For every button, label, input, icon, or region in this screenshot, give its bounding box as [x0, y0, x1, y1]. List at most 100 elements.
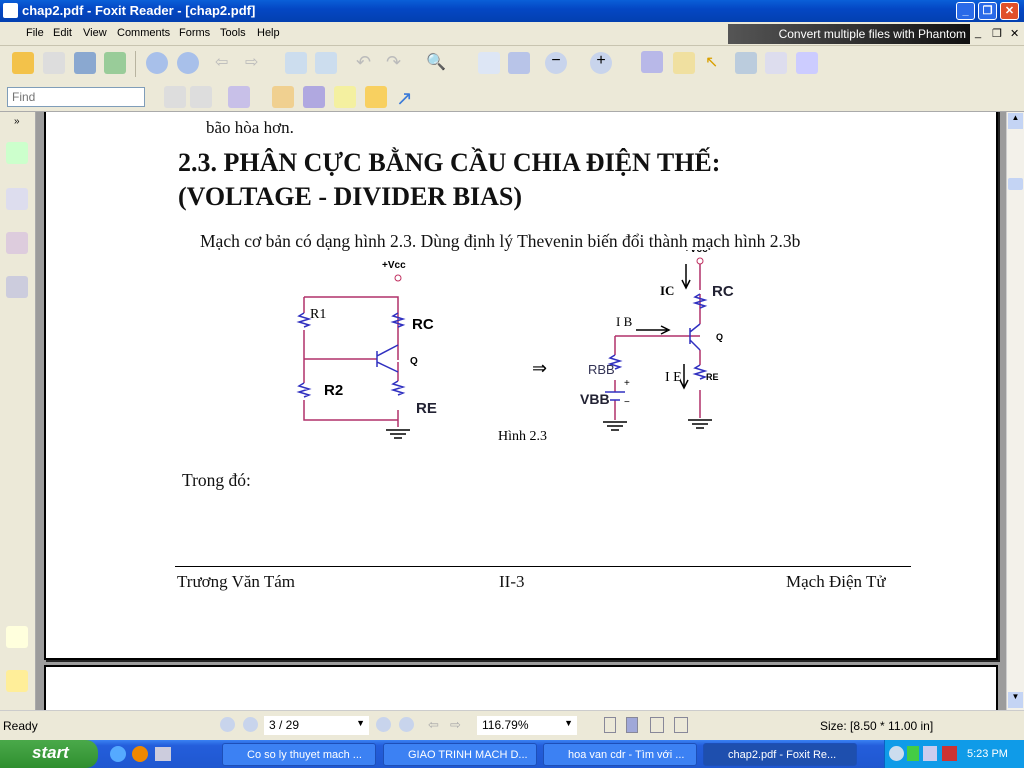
zoom-select[interactable]: 116.79% ▼	[477, 716, 577, 735]
volume-icon[interactable]	[923, 746, 937, 761]
insert-pages-icon[interactable]	[315, 52, 337, 74]
select-text-icon[interactable]	[765, 52, 787, 74]
bookmarks-icon[interactable]	[6, 142, 28, 164]
page-number-select[interactable]: 3 / 29 ▼	[264, 716, 369, 735]
menu-tools[interactable]: Tools	[220, 27, 246, 39]
attachments-icon[interactable]	[6, 670, 28, 692]
next-pdf-page	[44, 665, 998, 710]
find-next-icon[interactable]	[190, 86, 212, 108]
fit-page-icon[interactable]	[478, 52, 500, 74]
next-page-icon[interactable]	[177, 52, 199, 74]
menu-file[interactable]: File	[26, 27, 44, 39]
annotations-icon[interactable]	[6, 232, 28, 254]
ie-icon[interactable]	[110, 746, 126, 762]
comment-toolbar	[0, 82, 1024, 112]
zoom-out-icon[interactable]: −	[545, 52, 567, 74]
phantom-ad-banner[interactable]: Convert multiple files with Phantom	[728, 24, 970, 44]
rbb-label: RBB	[588, 362, 615, 377]
figure-caption: Hình 2.3	[498, 429, 547, 444]
start-button[interactable]: start	[0, 740, 98, 768]
first-page-button[interactable]	[220, 717, 235, 732]
continuous-facing-icon[interactable]	[674, 717, 688, 733]
text-viewer-icon[interactable]	[673, 52, 695, 74]
prev-page-icon[interactable]	[146, 52, 168, 74]
facing-icon[interactable]	[650, 717, 664, 733]
antivirus-icon[interactable]	[942, 746, 957, 761]
document-view[interactable]: bão hòa hơn. 2.3. PHÂN CỰC BẰNG CẦU CHIA…	[36, 112, 1006, 710]
last-page-button[interactable]	[399, 717, 414, 732]
attach-file-icon[interactable]	[272, 86, 294, 108]
ie-label: I E	[665, 370, 682, 385]
foxit-app-icon	[3, 3, 18, 18]
extract-pages-icon[interactable]	[285, 52, 307, 74]
hand-tool-icon[interactable]	[641, 51, 663, 73]
close-button[interactable]: ✕	[1000, 2, 1019, 20]
r2-label: R2	[324, 382, 343, 399]
footer-rule	[175, 566, 911, 567]
fit-width-icon[interactable]	[508, 52, 530, 74]
find-binoculars-icon[interactable]	[735, 52, 757, 74]
arrow-tool-icon[interactable]: ↗	[396, 86, 418, 110]
firefox-icon[interactable]	[132, 746, 148, 762]
scroll-thumb[interactable]	[1008, 178, 1023, 190]
menu-edit[interactable]: Edit	[53, 27, 72, 39]
desktop-icon[interactable]	[155, 747, 171, 761]
pages-icon[interactable]	[6, 188, 28, 210]
single-page-icon[interactable]	[604, 717, 616, 733]
scroll-down-button[interactable]: ▼	[1008, 692, 1023, 708]
vertical-scrollbar[interactable]: ▲ ▼	[1006, 112, 1024, 710]
find-prev-icon[interactable]	[164, 86, 186, 108]
vcc-label-right: +Vcc	[684, 250, 708, 255]
task-co-so-ly-thuyet[interactable]: Co so ly thuyet mach ...	[222, 743, 376, 766]
comment-icon[interactable]	[365, 86, 387, 108]
trong-do-text: Trong đó:	[182, 470, 251, 490]
zoom-in-tool-icon[interactable]: 🔍	[426, 52, 448, 74]
redo-icon[interactable]: ↷	[386, 52, 408, 74]
prev-view-icon[interactable]: ⇦	[428, 717, 439, 733]
menu-view[interactable]: View	[83, 27, 107, 39]
next-page-button[interactable]	[376, 717, 391, 732]
continuous-icon[interactable]	[626, 717, 638, 733]
maximize-button[interactable]: ❐	[978, 2, 997, 20]
email-icon[interactable]	[104, 52, 126, 74]
task-chap2-foxit[interactable]: chap2.pdf - Foxit Re...	[703, 743, 857, 766]
doc-restore-button[interactable]: ❐	[992, 27, 1002, 40]
menu-forms[interactable]: Forms	[179, 27, 210, 39]
transform-arrow: ⇒	[532, 358, 547, 378]
title-bar: chap2.pdf - Foxit Reader - [chap2.pdf] _…	[0, 0, 1024, 22]
scroll-up-button[interactable]: ▲	[1008, 113, 1023, 129]
back-icon[interactable]: ⇦	[215, 52, 237, 74]
zoom-in-icon[interactable]: +	[590, 52, 612, 74]
forward-icon[interactable]: ⇨	[245, 52, 267, 74]
expand-panel-icon[interactable]: »	[14, 116, 20, 127]
zoom-value: 116.79%	[482, 718, 529, 732]
menu-comments[interactable]: Comments	[117, 27, 170, 39]
network-icon[interactable]	[907, 746, 919, 761]
doc-minimize-button[interactable]: _	[975, 27, 981, 39]
save-icon[interactable]	[43, 52, 65, 74]
comments-panel-icon[interactable]	[6, 626, 28, 648]
open-icon[interactable]	[12, 52, 34, 74]
undo-icon[interactable]: ↶	[356, 52, 378, 74]
layers-icon[interactable]	[6, 276, 28, 298]
task-hoa-van-cdr[interactable]: hoa van cdr - Tìm với ...	[543, 743, 697, 766]
menu-help[interactable]: Help	[257, 27, 280, 39]
print-icon[interactable]	[74, 52, 96, 74]
navigation-panel: »	[0, 112, 36, 710]
tray-expand-icon[interactable]	[889, 746, 904, 761]
pencil-tool-icon[interactable]	[303, 86, 325, 108]
vcc-label-left: +Vcc	[382, 260, 406, 271]
prev-page-button[interactable]	[243, 717, 258, 732]
select-arrow-icon[interactable]: ↖	[705, 52, 727, 74]
task-giao-trinh[interactable]: GIAO TRINH MACH D...	[383, 743, 537, 766]
doc-close-button[interactable]: ✕	[1010, 27, 1019, 40]
q-label-right: Q	[716, 332, 723, 342]
typewriter-icon[interactable]	[334, 86, 356, 108]
minimize-button[interactable]: _	[956, 2, 975, 20]
minus-label: −	[624, 397, 630, 408]
note-tool-icon[interactable]	[228, 86, 250, 108]
find-input[interactable]	[7, 87, 145, 107]
ib-label: I B	[616, 314, 633, 329]
next-view-icon[interactable]: ⇨	[450, 717, 461, 733]
snapshot-icon[interactable]	[796, 52, 818, 74]
